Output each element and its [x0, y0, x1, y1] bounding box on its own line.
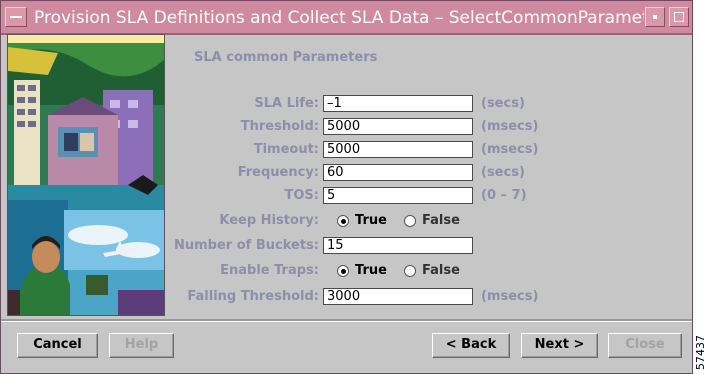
falling-threshold-label: Falling Threshold:	[187, 289, 319, 304]
maximize-button[interactable]	[669, 7, 689, 27]
frequency-label: Frequency:	[237, 165, 319, 180]
frequency-input[interactable]: 60	[323, 164, 473, 181]
enable-traps-label: Enable Traps:	[220, 263, 319, 278]
back-button[interactable]: < Back	[432, 333, 510, 358]
help-button[interactable]: Help	[109, 333, 174, 358]
enable-traps-false-radio[interactable]	[404, 265, 416, 277]
falling-threshold-input[interactable]: 3000	[323, 288, 473, 305]
buckets-input[interactable]: 15	[323, 237, 473, 254]
keep-history-false-radio[interactable]	[404, 215, 416, 227]
button-separator	[1, 319, 692, 322]
keep-history-label: Keep History:	[219, 213, 319, 228]
next-button[interactable]: Next >	[521, 333, 598, 358]
enable-traps-false-label[interactable]: False	[422, 263, 460, 278]
enable-traps-true-radio[interactable]	[337, 265, 349, 277]
enable-traps-true-label[interactable]: True	[355, 263, 387, 278]
figure-number: 57437	[693, 334, 711, 374]
window-menu-button[interactable]	[5, 7, 27, 27]
timeout-label: Timeout:	[253, 142, 319, 157]
minimize-button[interactable]	[645, 7, 665, 27]
title-bar[interactable]: Provision SLA Definitions and Collect SL…	[1, 1, 692, 35]
sla-life-unit: (secs)	[481, 96, 525, 111]
keep-history-true-label[interactable]: True	[355, 213, 387, 228]
tos-unit: (0 – 7)	[481, 188, 527, 203]
keep-history-false-label[interactable]: False	[422, 213, 460, 228]
tos-input[interactable]: 5	[323, 187, 473, 204]
keep-history-true-radio[interactable]	[337, 215, 349, 227]
frequency-unit: (secs)	[481, 165, 525, 180]
threshold-unit: (msecs)	[481, 119, 539, 134]
cancel-button[interactable]: Cancel	[17, 333, 98, 358]
section-title: SLA common Parameters	[194, 50, 378, 65]
sla-life-input[interactable]: –1	[323, 95, 473, 112]
figure-number-text: 57437	[694, 335, 707, 370]
window-title: Provision SLA Definitions and Collect SL…	[34, 8, 644, 28]
wizard-window: Provision SLA Definitions and Collect SL…	[0, 0, 693, 374]
threshold-input[interactable]: 5000	[323, 118, 473, 135]
timeout-unit: (msecs)	[481, 142, 539, 157]
close-button[interactable]: Close	[608, 333, 682, 358]
tos-label: TOS:	[284, 188, 319, 203]
threshold-label: Threshold:	[240, 119, 319, 134]
buckets-label: Number of Buckets:	[174, 238, 319, 253]
falling-threshold-unit: (msecs)	[481, 289, 539, 304]
timeout-input[interactable]: 5000	[323, 141, 473, 158]
sla-life-label: SLA Life:	[254, 96, 319, 111]
